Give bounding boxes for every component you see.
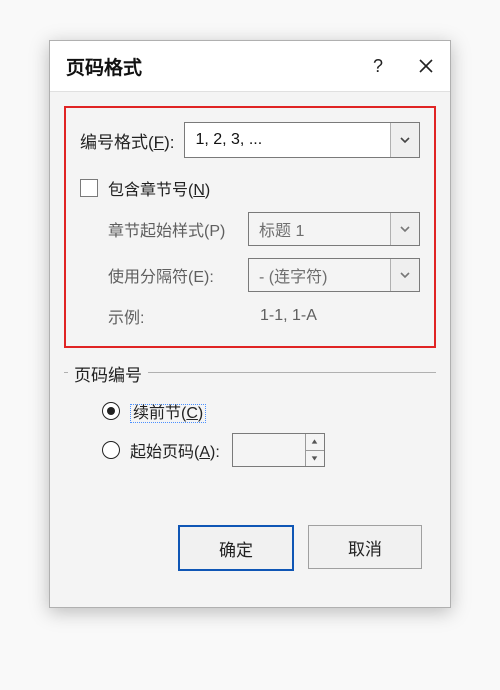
continue-previous-row[interactable]: 续前节(C) bbox=[102, 399, 422, 423]
spin-down-button[interactable] bbox=[306, 450, 324, 467]
include-chapter-row[interactable]: 包含章节号(N) bbox=[80, 176, 420, 200]
continue-previous-radio[interactable] bbox=[102, 402, 120, 420]
separator-label: 使用分隔符(E): bbox=[108, 263, 248, 287]
separator-combo: - (连字符) bbox=[248, 258, 420, 292]
number-format-combo[interactable]: 1, 2, 3, ... bbox=[184, 122, 420, 158]
chapter-style-value: 标题 1 bbox=[249, 213, 390, 245]
highlight-group: 编号格式(F): 1, 2, 3, ... 包含章节号(N) bbox=[64, 106, 436, 348]
help-icon: ? bbox=[373, 56, 383, 77]
continue-previous-label: 续前节(C) bbox=[130, 399, 206, 423]
example-label: 示例: bbox=[108, 304, 248, 328]
dialog-body: 编号格式(F): 1, 2, 3, ... 包含章节号(N) bbox=[50, 92, 450, 607]
chevron-down-icon bbox=[400, 224, 410, 234]
chapter-style-dropdown-button bbox=[390, 213, 419, 245]
start-at-row[interactable]: 起始页码(A): bbox=[102, 433, 422, 467]
help-button[interactable]: ? bbox=[354, 41, 402, 91]
dialog-frame: 页码格式 ? 编号格式(F): 1, 2, 3, ... bbox=[49, 40, 451, 608]
example-value: 1-1, 1-A bbox=[248, 307, 420, 325]
focus-highlight: 续前节(C) bbox=[130, 404, 206, 423]
chevron-down-icon bbox=[400, 135, 410, 145]
triangle-up-icon bbox=[311, 438, 318, 445]
cancel-button[interactable]: 取消 bbox=[308, 525, 422, 569]
triangle-down-icon bbox=[311, 455, 318, 462]
dialog-title: 页码格式 bbox=[66, 53, 354, 80]
separator-dropdown-button bbox=[390, 259, 419, 291]
start-at-label: 起始页码(A): bbox=[130, 438, 220, 462]
start-at-spin bbox=[232, 433, 325, 467]
number-format-label: 编号格式(F): bbox=[80, 128, 184, 153]
number-format-row: 编号格式(F): 1, 2, 3, ... bbox=[80, 122, 420, 158]
chevron-down-icon bbox=[400, 270, 410, 280]
chapter-options: 章节起始样式(P) 标题 1 使用分隔符(E): - (连字符) bbox=[80, 212, 420, 328]
start-at-radio[interactable] bbox=[102, 441, 120, 459]
page-numbering-label: 页码编号 bbox=[68, 361, 148, 386]
start-at-value[interactable] bbox=[233, 434, 305, 466]
action-buttons: 确定 取消 bbox=[64, 507, 436, 591]
page-numbering-group: 页码编号 续前节(C) 起始页码(A): bbox=[64, 372, 436, 507]
number-format-value: 1, 2, 3, ... bbox=[185, 123, 390, 157]
ok-button[interactable]: 确定 bbox=[178, 525, 294, 571]
chapter-style-combo: 标题 1 bbox=[248, 212, 420, 246]
separator-value: - (连字符) bbox=[249, 259, 390, 291]
close-icon bbox=[419, 59, 433, 73]
number-format-dropdown-button[interactable] bbox=[390, 123, 419, 157]
titlebar: 页码格式 ? bbox=[50, 41, 450, 92]
spin-up-button[interactable] bbox=[306, 434, 324, 450]
include-chapter-checkbox[interactable] bbox=[80, 179, 98, 197]
include-chapter-label: 包含章节号(N) bbox=[108, 176, 210, 200]
close-button[interactable] bbox=[402, 41, 450, 91]
spin-buttons bbox=[305, 434, 324, 466]
chapter-style-label: 章节起始样式(P) bbox=[108, 217, 248, 241]
